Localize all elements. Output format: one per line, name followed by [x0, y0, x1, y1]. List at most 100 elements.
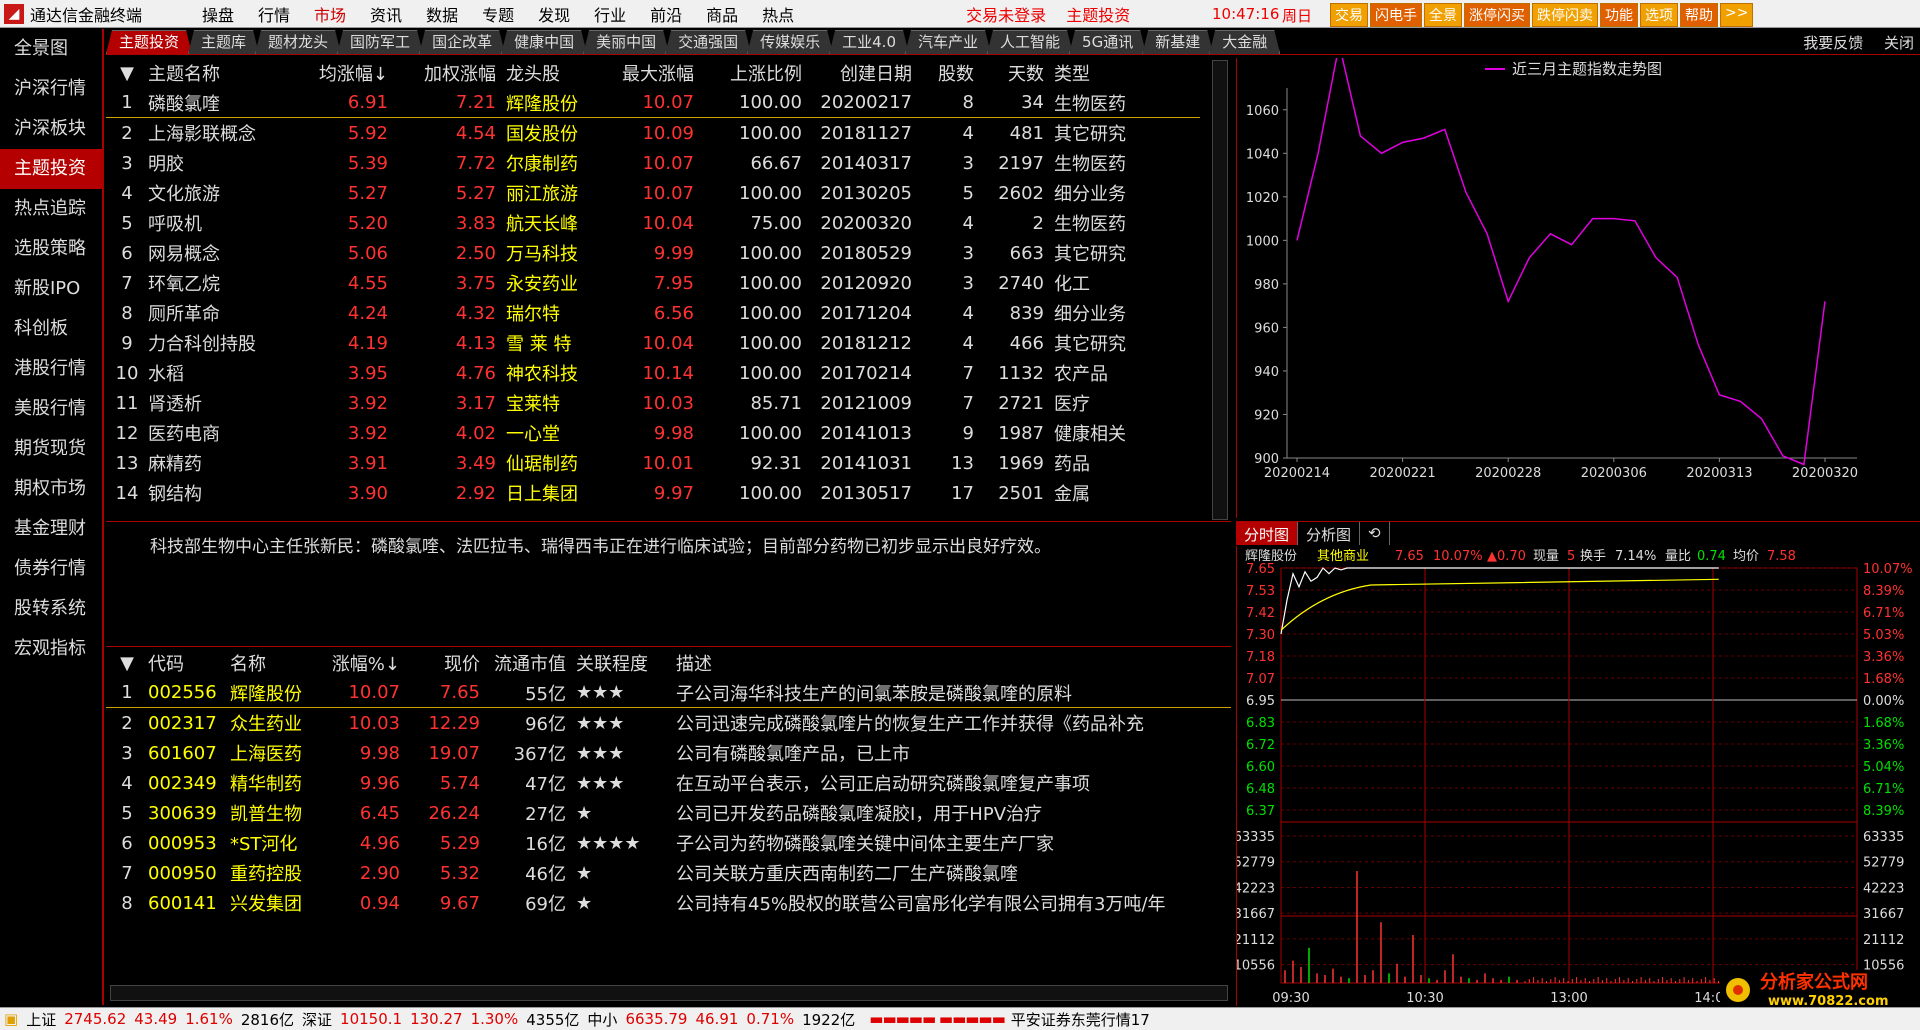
table-row[interactable]: 11 肾透析 3.92 3.17 宝莱特 10.03 85.71 20121009 7 2721 医…: [106, 388, 1200, 418]
index-label[interactable]: 上证: [26, 1009, 56, 1030]
stock-table-hscrollbar[interactable]: [110, 985, 1228, 1001]
column-header[interactable]: 龙头股: [496, 60, 604, 86]
toolbar-button[interactable]: 帮助: [1680, 3, 1718, 27]
table-row[interactable]: 10 水稻 3.95 4.76 神农科技 10.14 100.00 20170214 7 1132…: [106, 358, 1200, 388]
tab[interactable]: 主题投资: [106, 30, 192, 54]
column-header[interactable]: 类型: [1044, 60, 1154, 86]
column-header[interactable]: 均涨幅↓: [298, 60, 388, 86]
column-header[interactable]: 代码: [148, 650, 230, 676]
table-row[interactable]: 3 601607 上海医药 9.98 19.07 367亿 ★★★ 公司有磷酸氯喹产品，已上市: [106, 738, 1231, 768]
index-label[interactable]: 深证: [302, 1009, 332, 1030]
table-row[interactable]: 7 000950 重药控股 2.90 5.32 46亿 ★ 公司关联方重庆西南制药二厂生产磷酸…: [106, 858, 1231, 888]
sidebar-item[interactable]: 港股行情: [0, 349, 102, 389]
menu-item[interactable]: 行情: [246, 2, 302, 26]
table-row[interactable]: 1 002556 辉隆股份 10.07 7.65 55亿 ★★★ 子公司海华科技生产的间氯苯胺…: [106, 678, 1231, 708]
table-row[interactable]: 13 麻精药 3.91 3.49 仙琚制药 10.01 92.31 20141031 13 196…: [106, 448, 1200, 478]
column-header[interactable]: 股数: [912, 60, 974, 86]
table-row[interactable]: 4 002349 精华制药 9.96 5.74 47亿 ★★★ 在互动平台表示，公司正启动研究…: [106, 768, 1231, 798]
toolbar-button[interactable]: 功能: [1600, 3, 1638, 27]
sidebar-item[interactable]: 宏观指标: [0, 629, 102, 669]
toolbar-button[interactable]: 选项: [1640, 3, 1678, 27]
table-row[interactable]: 14 钢结构 3.90 2.92 日上集团 9.97 100.00 20130517 17 250…: [106, 478, 1200, 508]
toolbar-button[interactable]: 涨停闪买: [1464, 3, 1530, 27]
sidebar-item[interactable]: 科创板: [0, 309, 102, 349]
sidebar-item[interactable]: 选股策略: [0, 229, 102, 269]
feedback-button[interactable]: 我要反馈: [1803, 34, 1863, 52]
sidebar-item[interactable]: 全景图: [0, 29, 102, 69]
column-header[interactable]: 加权涨幅: [388, 60, 496, 86]
column-header[interactable]: 描述: [676, 650, 1216, 676]
sidebar-item[interactable]: 美股行情: [0, 389, 102, 429]
column-header[interactable]: 天数: [974, 60, 1044, 86]
sidebar-item[interactable]: 股转系统: [0, 589, 102, 629]
menu-item[interactable]: 资讯: [358, 2, 414, 26]
table-row[interactable]: 6 网易概念 5.06 2.50 万马科技 9.99 100.00 20180529 3 663 其…: [106, 238, 1200, 268]
column-header[interactable]: ▼: [106, 63, 148, 84]
tab[interactable]: 工业4.0: [829, 30, 909, 54]
table-row[interactable]: 5 300639 凯普生物 6.45 26.24 27亿 ★ 公司已开发药品磷酸氯喹凝胶I，用…: [106, 798, 1231, 828]
tab[interactable]: 传媒娱乐: [747, 30, 833, 54]
table-row[interactable]: 9 力合科创持股 4.19 4.13 雪 莱 特 10.04 100.00 20181212 4…: [106, 328, 1200, 358]
tab[interactable]: 美丽中国: [583, 30, 669, 54]
index-label[interactable]: 中小: [587, 1009, 617, 1030]
tab[interactable]: 国防军工: [337, 30, 423, 54]
column-header[interactable]: 名称: [230, 650, 324, 676]
tab[interactable]: 人工智能: [987, 30, 1073, 54]
tab[interactable]: 大金融: [1209, 30, 1280, 54]
tab[interactable]: 主题库: [188, 30, 259, 54]
column-header[interactable]: 上涨比例: [694, 60, 802, 86]
tab[interactable]: 健康中国: [501, 30, 587, 54]
sidebar-item[interactable]: 基金理财: [0, 509, 102, 549]
toolbar-button[interactable]: 闪电手: [1370, 3, 1422, 27]
column-header[interactable]: ▼: [106, 653, 148, 674]
toolbar-button[interactable]: >>: [1720, 3, 1754, 27]
toolbar-button[interactable]: 跌停闪卖: [1532, 3, 1598, 27]
table-row[interactable]: 6 000953 *ST河化 4.96 5.29 16亿 ★★★★ 子公司为药物磷酸氯喹关键中…: [106, 828, 1231, 858]
column-header[interactable]: 涨幅%↓: [324, 650, 400, 676]
refresh-icon[interactable]: ⟲: [1360, 522, 1390, 545]
tab[interactable]: 汽车产业: [905, 30, 991, 54]
toolbar-button[interactable]: 全景: [1424, 3, 1462, 27]
menu-item[interactable]: 热点: [750, 2, 806, 26]
sidebar-item[interactable]: 债券行情: [0, 549, 102, 589]
sidebar-item[interactable]: 沪深行情: [0, 69, 102, 109]
column-header[interactable]: 流通市值: [480, 650, 566, 676]
menu-item[interactable]: 发现: [526, 2, 582, 26]
sidebar-item[interactable]: 沪深板块: [0, 109, 102, 149]
panel-tab[interactable]: 分析图: [1298, 522, 1361, 545]
column-header[interactable]: 最大涨幅: [604, 60, 694, 86]
sidebar-item[interactable]: 期权市场: [0, 469, 102, 509]
menu-item[interactable]: 市场: [302, 2, 358, 26]
login-status[interactable]: 交易未登录: [966, 2, 1046, 26]
table-row[interactable]: 4 文化旅游 5.27 5.27 丽江旅游 10.07 100.00 20130205 5 260…: [106, 178, 1200, 208]
sidebar-item[interactable]: 期货现货: [0, 429, 102, 469]
tab[interactable]: 国企改革: [419, 30, 505, 54]
table-row[interactable]: 2 上海影联概念 5.92 4.54 国发股份 10.09 100.00 20181127 4 4…: [106, 118, 1200, 148]
column-header[interactable]: 关联程度: [566, 650, 676, 676]
table-row[interactable]: 2 002317 众生药业 10.03 12.29 96亿 ★★★ 公司迅速完成磷酸氯喹片的恢…: [106, 708, 1231, 738]
panel-tab[interactable]: 分时图: [1236, 522, 1299, 545]
menu-item[interactable]: 专题: [470, 2, 526, 26]
menu-item[interactable]: 前沿: [638, 2, 694, 26]
sidebar-item[interactable]: 新股IPO: [0, 269, 102, 309]
menu-item[interactable]: 操盘: [190, 2, 246, 26]
tab[interactable]: 5G通讯: [1069, 30, 1146, 54]
tab[interactable]: 新基建: [1142, 30, 1213, 54]
tab[interactable]: 交通强国: [665, 30, 751, 54]
sidebar-item[interactable]: 热点追踪: [0, 189, 102, 229]
column-header[interactable]: 创建日期: [802, 60, 912, 86]
table-row[interactable]: 1 磷酸氯喹 6.91 7.21 辉隆股份 10.07 100.00 20200217 8 34 生…: [106, 88, 1200, 118]
menu-item[interactable]: 行业: [582, 2, 638, 26]
toolbar-button[interactable]: 交易: [1330, 3, 1368, 27]
table-row[interactable]: 8 600141 兴发集团 0.94 9.67 69亿 ★ 公司持有45%股权的联营公司富彤化…: [106, 888, 1231, 918]
column-header[interactable]: 现价: [400, 650, 480, 676]
table-row[interactable]: 12 医药电商 3.92 4.02 一心堂 9.98 100.00 20141013 9 1987…: [106, 418, 1200, 448]
table-row[interactable]: 3 明胶 5.39 7.72 尔康制药 10.07 66.67 20140317 3 2197 生物…: [106, 148, 1200, 178]
close-button[interactable]: 关闭: [1884, 34, 1914, 52]
tab[interactable]: 题材龙头: [255, 30, 341, 54]
table-row[interactable]: 7 环氧乙烷 4.55 3.75 永安药业 7.95 100.00 20120920 3 2740…: [106, 268, 1200, 298]
sidebar-item[interactable]: 主题投资: [0, 149, 102, 189]
theme-table-scrollbar[interactable]: [1212, 60, 1228, 520]
table-row[interactable]: 5 呼吸机 5.20 3.83 航天长峰 10.04 75.00 20200320 4 2 生物医药: [106, 208, 1200, 238]
menu-item[interactable]: 商品: [694, 2, 750, 26]
